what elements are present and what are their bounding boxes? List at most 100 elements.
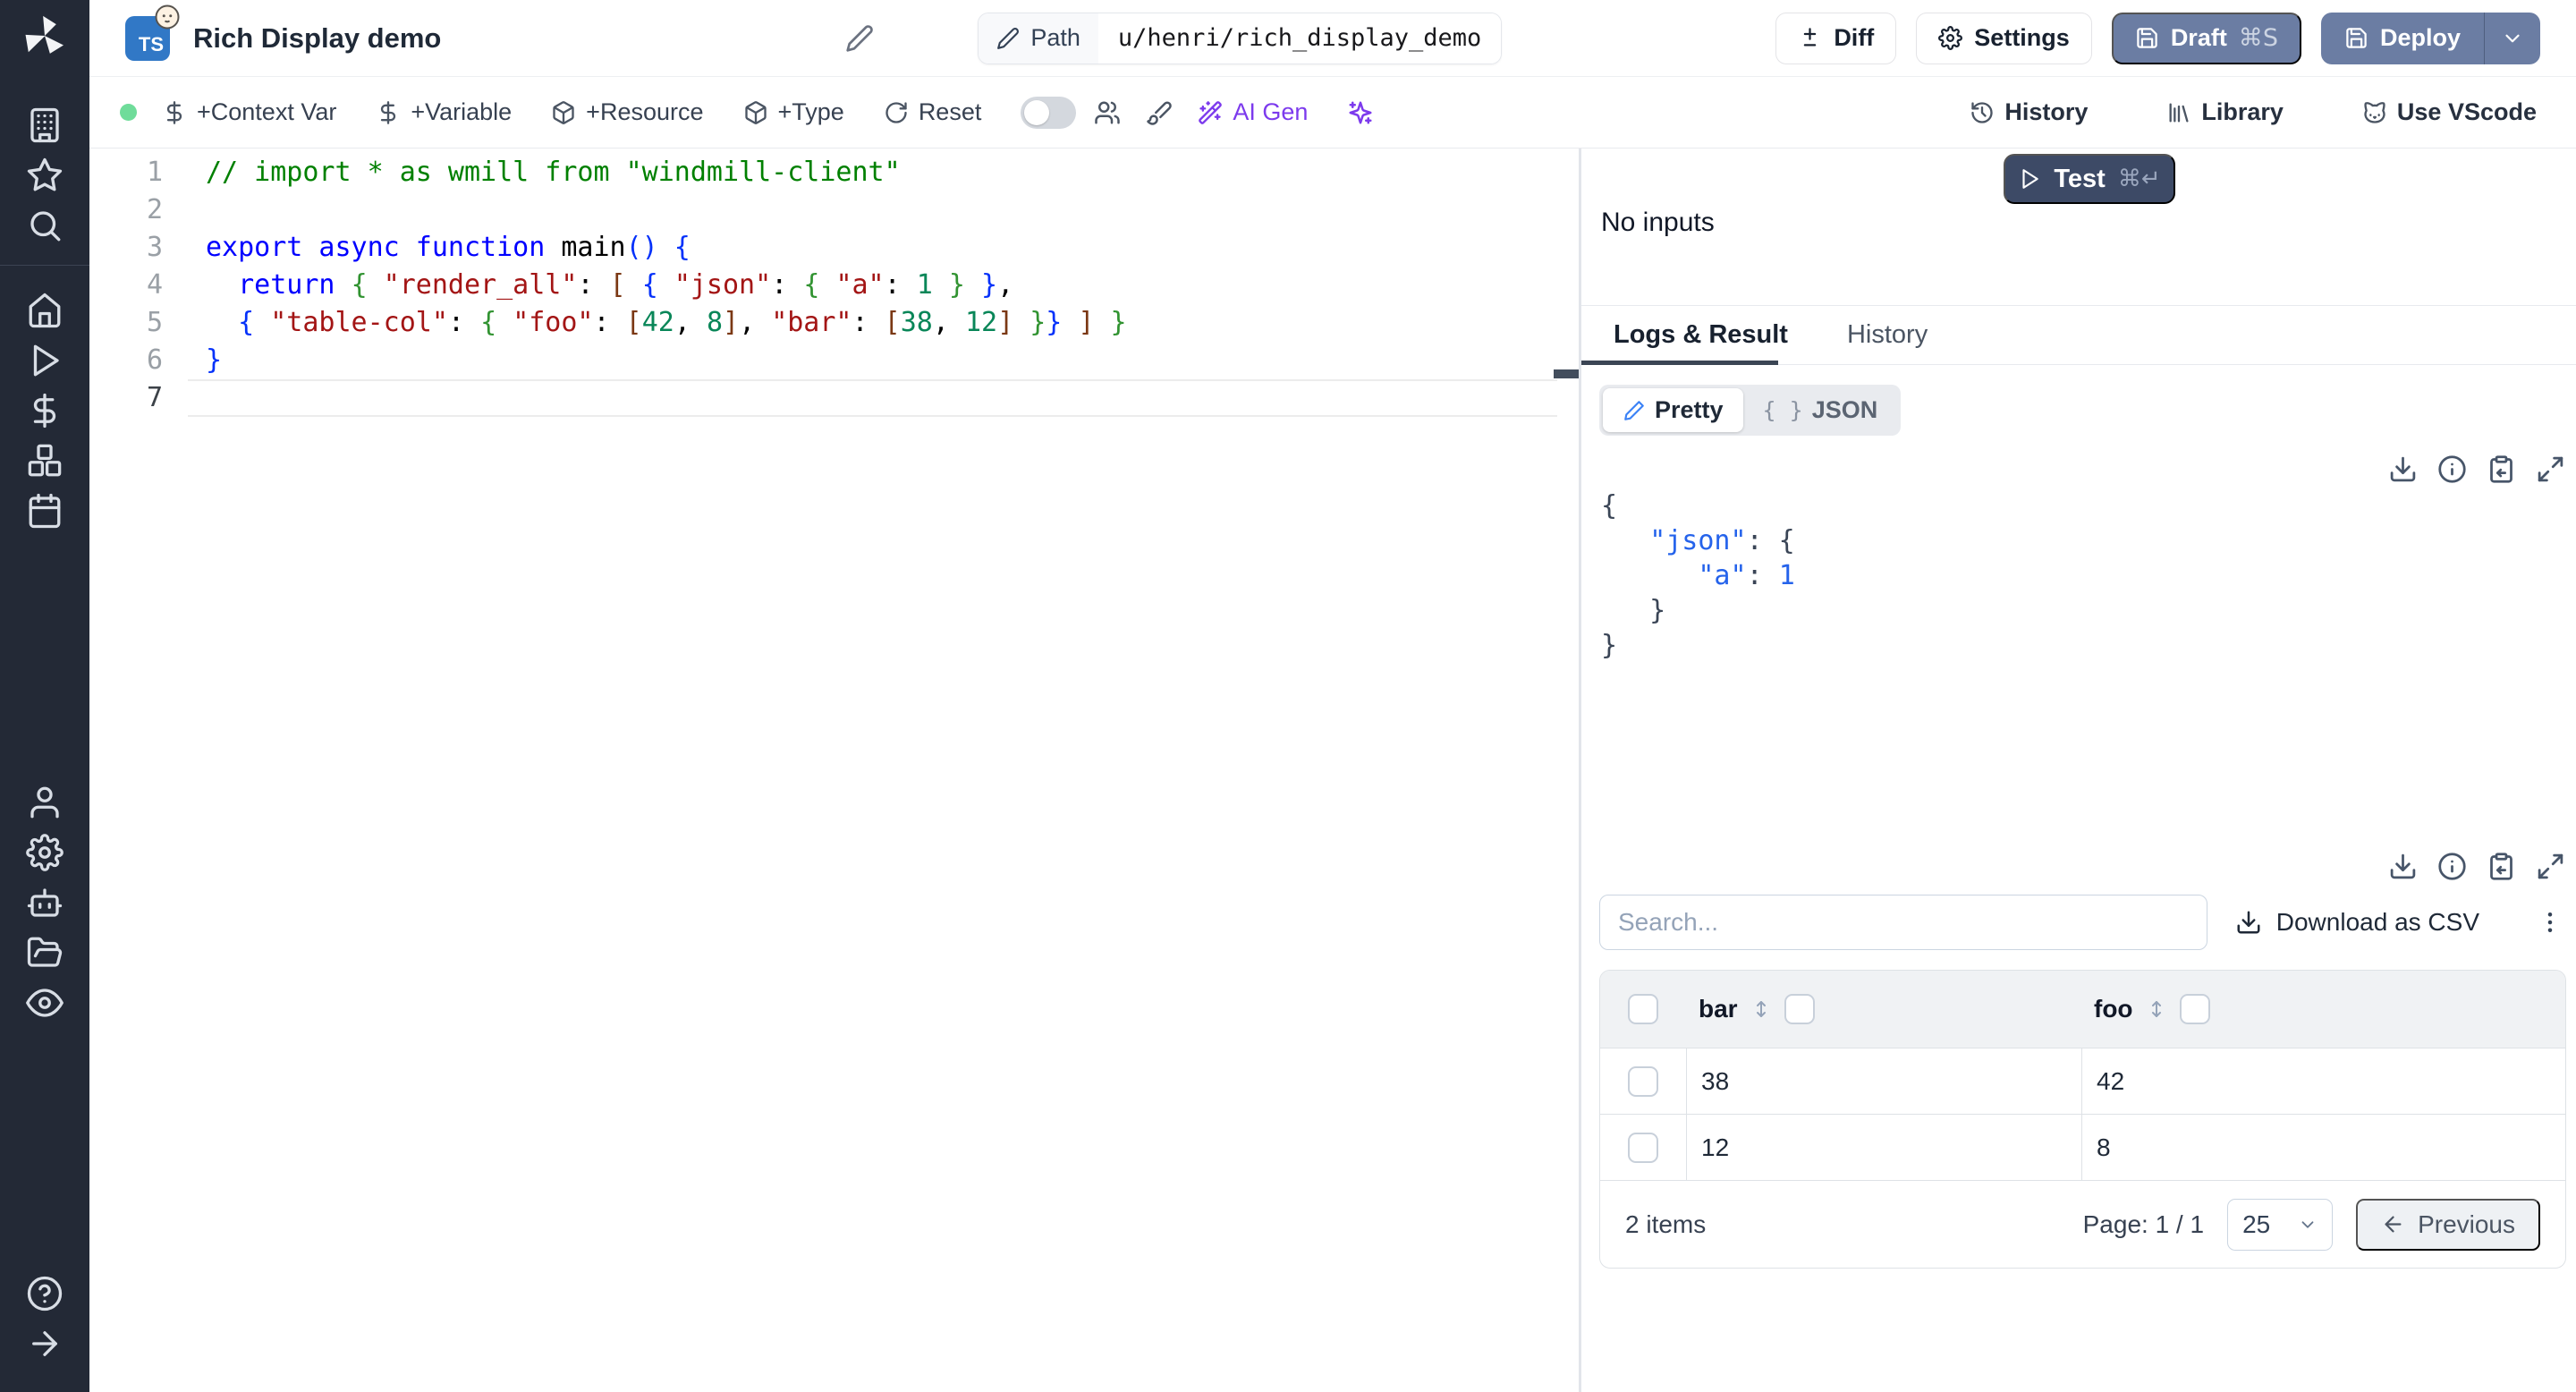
code-line[interactable]: 3 export async function main() { xyxy=(89,229,1579,267)
cursor-overview-marker xyxy=(1554,369,1579,378)
checkbox[interactable] xyxy=(1628,1065,1658,1097)
code-line[interactable]: 2 xyxy=(89,191,1579,229)
run-header: Test ⌘↵ No inputs xyxy=(1581,149,2576,306)
draft-shortcut: ⌘S xyxy=(2238,24,2278,52)
windmill-logo-icon[interactable] xyxy=(20,11,70,61)
checkbox[interactable] xyxy=(1628,994,1658,1024)
table-row[interactable]: 38 42 xyxy=(1600,1048,2565,1114)
add-resource-button[interactable]: +Resource xyxy=(551,98,704,126)
assistant-toggle[interactable] xyxy=(1021,96,1077,129)
clipboard-copy-icon[interactable] xyxy=(2487,454,2516,484)
script-path-button[interactable]: Path u/henri/rich_display_demo xyxy=(978,12,1503,64)
line-number: 6 xyxy=(146,344,163,376)
json-line: { xyxy=(1601,490,1618,522)
code-line[interactable]: 1 // import * as wmill from "windmill-cli… xyxy=(89,154,1579,191)
code-lines: 1 // import * as wmill from "windmill-cli… xyxy=(89,154,1579,417)
download-icon[interactable] xyxy=(2388,852,2418,881)
table-menu-button[interactable] xyxy=(2537,909,2563,936)
diff-button-label: Diff xyxy=(1834,24,1875,51)
code-line[interactable]: 7 xyxy=(89,379,1579,417)
sidebar-item-variables[interactable] xyxy=(0,386,89,436)
draft-button[interactable]: Draft ⌘S xyxy=(2111,12,2301,64)
sidebar-item-home[interactable] xyxy=(0,285,89,335)
json-line: "a": 1 xyxy=(1698,560,1795,591)
sidebar-item-search[interactable] xyxy=(0,200,89,250)
clipboard-copy-icon[interactable] xyxy=(2487,852,2516,881)
deploy-dropdown-button[interactable] xyxy=(2484,12,2540,64)
app-sidebar xyxy=(0,0,89,1392)
ai-fix-button[interactable] xyxy=(1347,99,1374,126)
reset-button[interactable]: Reset xyxy=(884,98,981,126)
info-icon[interactable] xyxy=(2437,454,2467,484)
diff-button[interactable]: Diff xyxy=(1775,12,1897,64)
code-line[interactable]: 4 return { "render_all": [ { "json": { "… xyxy=(89,267,1579,304)
edit-title-pencil-icon[interactable] xyxy=(845,24,874,53)
ai-gen-button[interactable]: AI Gen xyxy=(1198,98,1308,126)
sidebar-item-help[interactable] xyxy=(0,1269,89,1319)
sidebar-item-favorites[interactable] xyxy=(0,150,89,200)
download-icon[interactable] xyxy=(2388,454,2418,484)
sidebar-item-audit-logs[interactable] xyxy=(0,978,89,1028)
sidebar-expand-button[interactable] xyxy=(0,1319,89,1369)
page-size-select[interactable]: 25 xyxy=(2227,1198,2334,1251)
settings-button-label: Settings xyxy=(1974,24,2070,51)
collaboration-button[interactable] xyxy=(1094,99,1121,126)
json-result-view: { "json": { "a": 1 }} xyxy=(1601,488,1795,663)
add-type-button[interactable]: +Type xyxy=(743,98,844,126)
page-indicator: Page: 1 / 1 xyxy=(2082,1210,2205,1238)
use-vscode-button[interactable]: Use VScode xyxy=(2362,98,2537,126)
sidebar-item-schedules[interactable] xyxy=(0,486,89,536)
previous-page-button[interactable]: Previous xyxy=(2356,1198,2540,1251)
json-line: "json": { xyxy=(1649,525,1795,556)
expand-icon[interactable] xyxy=(2536,454,2565,484)
history-label: History xyxy=(2004,98,2089,125)
expand-icon[interactable] xyxy=(2536,852,2565,881)
checkbox[interactable] xyxy=(1628,1132,1658,1163)
code-line[interactable]: 5 { "table-col": { "foo": [42, 8], "bar"… xyxy=(89,304,1579,342)
sidebar-item-runs[interactable] xyxy=(0,335,89,386)
tab-logs-result[interactable]: Logs & Result xyxy=(1614,320,1788,350)
dollar-icon xyxy=(376,100,401,125)
code-text: { "table-col": { "foo": [42, 8], "bar": … xyxy=(238,307,1127,338)
history-button[interactable]: History xyxy=(1970,98,2088,126)
code-editor[interactable]: 1 // import * as wmill from "windmill-cli… xyxy=(89,149,1579,1392)
format-code-button[interactable] xyxy=(1146,99,1173,126)
deploy-button[interactable]: Deploy xyxy=(2321,13,2484,64)
checkbox[interactable] xyxy=(2179,994,2210,1024)
sidebar-item-workers[interactable] xyxy=(0,878,89,928)
arrow-left-icon xyxy=(2381,1212,2405,1236)
pretty-view-button[interactable]: Pretty xyxy=(1603,388,1743,432)
sort-icon[interactable] xyxy=(2146,998,2167,1020)
search-input[interactable] xyxy=(1599,895,2207,950)
pretty-label: Pretty xyxy=(1655,396,1724,423)
code-line[interactable]: 6} xyxy=(89,342,1579,379)
json-view-button[interactable]: { } JSON xyxy=(1743,388,1898,432)
add-context-var-button[interactable]: +Context Var xyxy=(162,98,336,126)
deploy-split-button: Deploy xyxy=(2320,12,2540,64)
library-label: Library xyxy=(2201,98,2284,125)
sidebar-divider xyxy=(0,265,89,266)
add-variable-button[interactable]: +Variable xyxy=(376,98,512,126)
sidebar-main-group xyxy=(0,285,89,536)
sidebar-item-users[interactable] xyxy=(0,777,89,828)
info-icon[interactable] xyxy=(2437,852,2467,881)
column-header-foo[interactable]: foo xyxy=(2081,971,2565,1048)
download-csv-button[interactable]: Download as CSV xyxy=(2235,908,2479,937)
sort-icon[interactable] xyxy=(1750,998,1772,1020)
line-number: 4 xyxy=(146,269,163,301)
checkbox[interactable] xyxy=(1784,994,1815,1024)
draft-button-label: Draft xyxy=(2170,24,2227,51)
tab-history[interactable]: History xyxy=(1847,320,1928,350)
sidebar-item-workspace[interactable] xyxy=(0,100,89,150)
table-row[interactable]: 12 8 xyxy=(1600,1114,2565,1180)
settings-button[interactable]: Settings xyxy=(1916,12,2092,64)
sidebar-item-settings[interactable] xyxy=(0,828,89,878)
building-icon xyxy=(26,106,64,144)
column-header-bar[interactable]: bar xyxy=(1686,971,2081,1048)
sidebar-item-resources[interactable] xyxy=(0,436,89,486)
test-button[interactable]: Test ⌘↵ xyxy=(2004,154,2175,204)
run-result-panel: Test ⌘↵ No inputs Logs & Result History … xyxy=(1581,149,2576,1392)
download-csv-label: Download as CSV xyxy=(2275,908,2479,936)
library-button[interactable]: Library xyxy=(2166,98,2284,126)
sidebar-item-folders[interactable] xyxy=(0,928,89,978)
